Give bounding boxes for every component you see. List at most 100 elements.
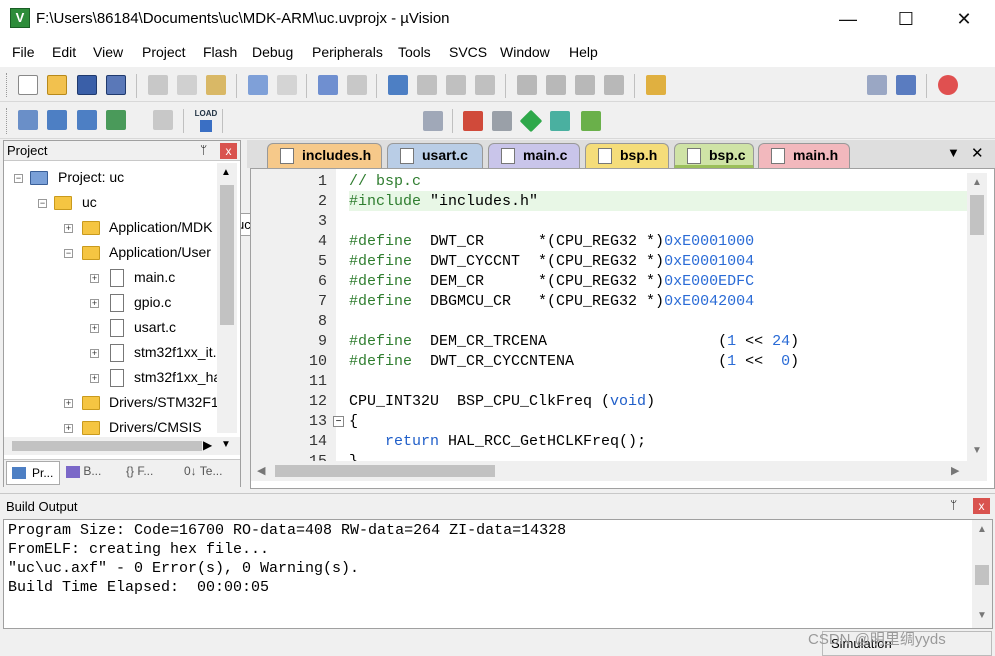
rebuild-icon[interactable] xyxy=(77,110,97,130)
collapse-icon[interactable]: − xyxy=(38,199,47,208)
next-bookmark-icon[interactable] xyxy=(446,75,466,95)
copy-icon[interactable] xyxy=(177,75,197,95)
tab-main-c[interactable]: main.c xyxy=(488,143,580,168)
menu-peripherals[interactable]: Peripherals xyxy=(312,44,383,60)
scroll-left-icon[interactable]: ◀ xyxy=(257,464,265,477)
expand-icon[interactable]: + xyxy=(90,299,99,308)
menu-window[interactable]: Window xyxy=(500,44,550,60)
scroll-down-icon[interactable]: ▼ xyxy=(977,610,987,621)
expand-icon[interactable]: + xyxy=(64,424,73,433)
new-file-icon[interactable] xyxy=(18,75,38,95)
tab-templates[interactable]: 0↓ Te... xyxy=(184,464,222,478)
build-icon[interactable] xyxy=(47,110,67,130)
tab-project[interactable]: Pr... xyxy=(6,461,60,485)
expand-icon[interactable]: + xyxy=(64,399,73,408)
menu-project[interactable]: Project xyxy=(142,44,186,60)
save-all-icon[interactable] xyxy=(106,75,126,95)
pin-icon[interactable]: ᛘ xyxy=(950,498,957,512)
project-horizontal-scrollbar[interactable]: ▶ ▼ xyxy=(4,437,240,455)
event-recorder-icon[interactable] xyxy=(581,111,601,131)
manage-rte-icon[interactable] xyxy=(550,111,570,131)
unindent-icon[interactable] xyxy=(546,75,566,95)
tab-books[interactable]: B... xyxy=(66,464,101,478)
tab-main-h[interactable]: main.h xyxy=(758,143,850,168)
menu-tools[interactable]: Tools xyxy=(398,44,431,60)
scroll-right-icon[interactable]: ▶ xyxy=(203,438,212,452)
scroll-down-icon[interactable]: ▼ xyxy=(972,445,982,456)
paste-icon[interactable] xyxy=(206,75,226,95)
prev-bookmark-icon[interactable] xyxy=(417,75,437,95)
navigate-forward-icon[interactable] xyxy=(347,75,367,95)
open-folder-icon[interactable] xyxy=(47,75,67,95)
tab-list-dropdown-icon[interactable]: ▼ xyxy=(947,145,960,160)
expand-icon[interactable]: + xyxy=(90,274,99,283)
scrollbar-thumb[interactable] xyxy=(970,195,984,235)
debug-session-icon[interactable] xyxy=(896,75,916,95)
save-icon[interactable] xyxy=(77,75,97,95)
expand-icon[interactable]: + xyxy=(90,324,99,333)
clear-bookmarks-icon[interactable] xyxy=(475,75,495,95)
scroll-up-icon[interactable]: ▲ xyxy=(977,524,987,535)
tree-item-file[interactable]: + stm32f1xx_it.c xyxy=(88,342,218,367)
tab-functions[interactable]: {} F... xyxy=(126,464,153,478)
project-vertical-scrollbar[interactable]: ▲ xyxy=(217,163,237,433)
incremental-find-icon[interactable] xyxy=(867,75,887,95)
build-output-text[interactable]: Program Size: Code=16700 RO-data=408 RW-… xyxy=(3,519,993,629)
stop-build-icon[interactable] xyxy=(153,110,173,130)
toolbar-grip[interactable] xyxy=(6,73,10,97)
find-in-files-icon[interactable] xyxy=(646,75,666,95)
minimize-button[interactable]: — xyxy=(819,0,877,38)
start-debug-icon[interactable] xyxy=(938,75,958,95)
tab-usart-c[interactable]: usart.c xyxy=(387,143,483,168)
menu-flash[interactable]: Flash xyxy=(203,44,237,60)
menu-view[interactable]: View xyxy=(93,44,123,60)
scroll-down-icon[interactable]: ▼ xyxy=(221,439,231,450)
close-window-button[interactable]: ✕ xyxy=(935,0,993,38)
indent-icon[interactable] xyxy=(517,75,537,95)
tree-item-group[interactable]: + Drivers/STM32F1 xyxy=(62,392,218,417)
scrollbar-thumb[interactable] xyxy=(220,185,234,325)
expand-icon[interactable]: + xyxy=(90,349,99,358)
expand-icon[interactable]: + xyxy=(90,374,99,383)
menu-help[interactable]: Help xyxy=(569,44,598,60)
pin-icon[interactable]: ᛘ xyxy=(200,143,207,157)
menu-svcs[interactable]: SVCS xyxy=(449,44,487,60)
expand-icon[interactable]: + xyxy=(64,224,73,233)
close-panel-button[interactable]: x xyxy=(973,498,990,514)
menu-debug[interactable]: Debug xyxy=(252,44,293,60)
fold-toggle-icon[interactable]: − xyxy=(333,416,344,427)
translate-icon[interactable] xyxy=(18,110,38,130)
menu-edit[interactable]: Edit xyxy=(52,44,76,60)
cut-icon[interactable] xyxy=(148,75,168,95)
scroll-right-icon[interactable]: ▶ xyxy=(951,464,959,477)
tab-includes-h[interactable]: includes.h xyxy=(267,143,382,168)
code-editor[interactable]: 1 2 3 4 5 6 7 8 9 10 11 12 13 14 15 − //… xyxy=(250,168,995,489)
maximize-button[interactable]: ☐ xyxy=(877,0,935,38)
download-load-icon[interactable]: LOAD xyxy=(194,109,218,133)
close-panel-button[interactable]: x xyxy=(220,143,237,159)
toolbar-grip[interactable] xyxy=(6,108,10,134)
scrollbar-thumb[interactable] xyxy=(275,465,495,477)
tree-item-file[interactable]: + stm32f1xx_ha xyxy=(88,367,218,392)
tree-item-group[interactable]: + Drivers/CMSIS xyxy=(62,417,218,435)
collapse-icon[interactable]: − xyxy=(64,249,73,258)
scroll-up-icon[interactable]: ▲ xyxy=(221,167,231,178)
comment-icon[interactable] xyxy=(575,75,595,95)
scroll-up-icon[interactable]: ▲ xyxy=(972,177,982,188)
select-packs-icon[interactable] xyxy=(492,111,512,131)
manage-project-items-icon[interactable] xyxy=(463,111,483,131)
tab-bsp-h[interactable]: bsp.h xyxy=(585,143,669,168)
tab-bsp-c-active[interactable]: bsp.c xyxy=(674,143,754,168)
build-vertical-scrollbar[interactable]: ▲ ▼ xyxy=(972,520,992,628)
pack-installer-icon[interactable] xyxy=(519,109,543,133)
bookmark-icon[interactable] xyxy=(388,75,408,95)
undo-icon[interactable] xyxy=(248,75,268,95)
target-options-icon[interactable] xyxy=(423,111,443,131)
menu-file[interactable]: File xyxy=(12,44,35,60)
editor-horizontal-scrollbar[interactable]: ◀ ▶ xyxy=(251,461,987,481)
redo-icon[interactable] xyxy=(277,75,297,95)
scrollbar-thumb[interactable] xyxy=(975,565,989,585)
uncomment-icon[interactable] xyxy=(604,75,624,95)
navigate-back-icon[interactable] xyxy=(318,75,338,95)
batch-build-icon[interactable] xyxy=(106,110,126,130)
